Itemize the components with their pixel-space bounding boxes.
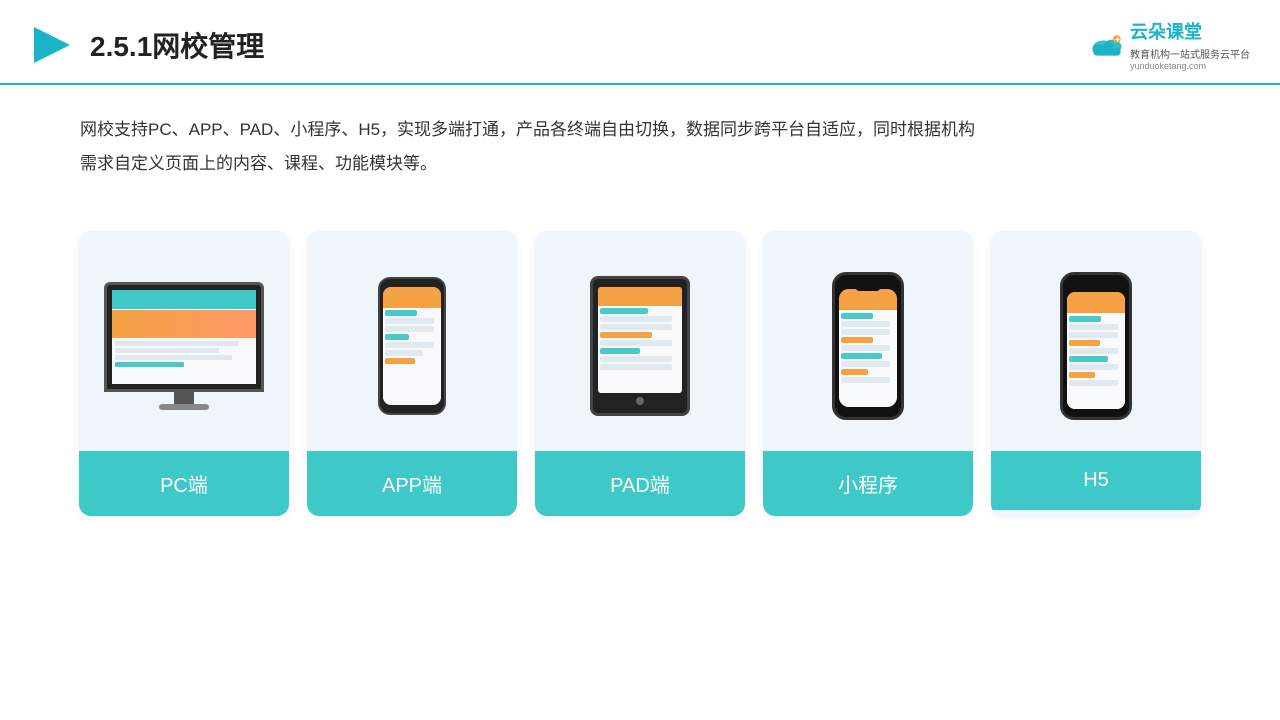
logo-slogan: 教育机构一站式服务云平台 <box>1130 46 1250 61</box>
miniapp-phone-mockup <box>832 272 904 420</box>
card-app-label: APP端 <box>307 451 517 516</box>
miniapp-phone-screen <box>839 289 897 407</box>
monitor-screen <box>112 290 256 384</box>
card-app: APP端 <box>307 231 517 516</box>
card-pc: PC端 <box>79 231 289 516</box>
card-pad-image <box>535 231 745 451</box>
pc-mockup <box>104 282 264 410</box>
cloud-icon: ✦ <box>1088 31 1126 59</box>
tablet-screen <box>598 287 682 393</box>
play-icon <box>30 23 74 67</box>
tablet-home-button <box>636 397 644 405</box>
tablet-screen-content <box>598 287 682 393</box>
monitor-neck <box>174 392 194 404</box>
card-miniapp-image <box>763 231 973 451</box>
description-line2: 需求自定义页面上的内容、课程、功能模块等。 <box>80 147 1200 181</box>
card-miniapp: 小程序 <box>763 231 973 516</box>
logo-text: 云朵课堂 教育机构一站式服务云平台 yunduoketang.com <box>1130 18 1250 71</box>
card-pad: PAD端 <box>535 231 745 516</box>
card-app-image <box>307 231 517 451</box>
description-line1: 网校支持PC、APP、PAD、小程序、H5，实现多端打通，产品各终端自由切换，数… <box>80 113 1200 147</box>
app-phone-screen <box>383 287 441 405</box>
description: 网校支持PC、APP、PAD、小程序、H5，实现多端打通，产品各终端自由切换，数… <box>0 85 1280 191</box>
page-title: 2.5.1网校管理 <box>90 25 264 65</box>
monitor-base <box>159 404 209 410</box>
logo-url: yunduoketang.com <box>1130 61 1250 71</box>
h5-phone-screen <box>1067 292 1125 409</box>
card-h5-image <box>991 231 1201 451</box>
logo-area: ✦ 云朵课堂 教育机构一站式服务云平台 yunduoketang.com <box>1088 18 1250 71</box>
card-h5: H5 <box>991 231 1201 516</box>
svg-text:✦: ✦ <box>1115 35 1121 43</box>
logo-cloud: ✦ 云朵课堂 教育机构一站式服务云平台 yunduoketang.com <box>1088 18 1250 71</box>
tablet-mockup <box>590 276 690 416</box>
card-miniapp-label: 小程序 <box>763 451 973 516</box>
app-phone-mockup <box>378 277 446 415</box>
h5-phone-mockup <box>1060 272 1132 420</box>
logo-main-text: 云朵课堂 <box>1130 18 1250 44</box>
card-pc-image <box>79 231 289 451</box>
app-screen-content <box>383 287 441 405</box>
card-pad-label: PAD端 <box>535 451 745 516</box>
header: 2.5.1网校管理 ✦ 云朵课堂 教育机构一站式服务云平台 yunduoketa… <box>0 0 1280 85</box>
h5-screen-content <box>1067 292 1125 409</box>
card-pc-label: PC端 <box>79 451 289 516</box>
header-left: 2.5.1网校管理 <box>30 23 264 67</box>
h5-phone-notch <box>1086 285 1106 290</box>
phone-notch <box>856 285 880 291</box>
monitor-frame <box>104 282 264 392</box>
cards-container: PC端 <box>0 201 1280 536</box>
miniapp-screen-content <box>839 289 897 407</box>
card-h5-label: H5 <box>991 451 1201 510</box>
